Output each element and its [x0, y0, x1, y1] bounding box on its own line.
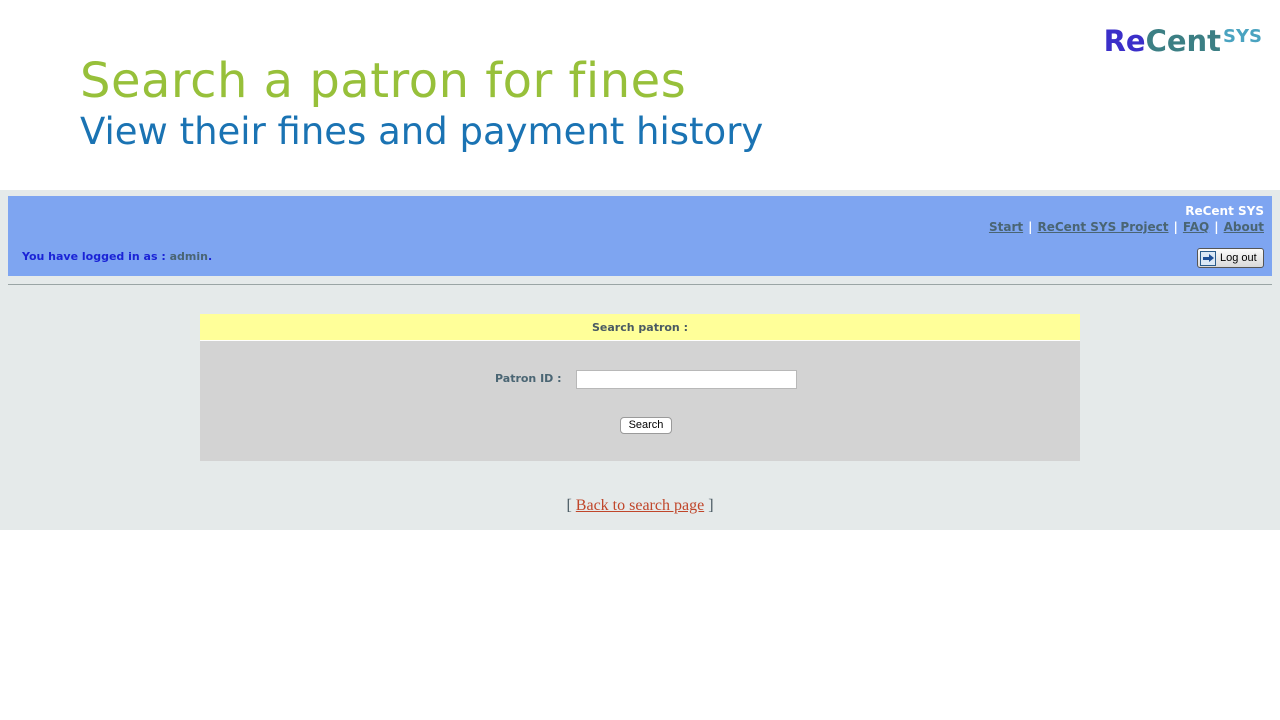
logo-part-re: Re — [1103, 24, 1146, 58]
logout-label: Log out — [1220, 252, 1257, 264]
nav-separator: | — [1028, 220, 1033, 234]
nav-link-about[interactable]: About — [1224, 220, 1264, 234]
logout-icon — [1200, 250, 1216, 266]
nav-link-start[interactable]: Start — [989, 220, 1023, 234]
brand-name: ReCent SYS — [1185, 204, 1264, 218]
search-button[interactable]: Search — [620, 417, 672, 434]
nav-separator: | — [1173, 220, 1178, 234]
app-frame: ReCent SYS Start | ReCent SYS Project | FAQ |… — [0, 190, 1280, 530]
logout-button[interactable]: Log out — [1197, 248, 1264, 268]
slide-subtitle: View their fines and payment history — [80, 110, 764, 153]
back-to-search-link[interactable]: Back to search page — [576, 497, 704, 514]
nav-link-faq[interactable]: FAQ — [1183, 220, 1209, 234]
nav-separator: | — [1214, 220, 1219, 234]
search-patron-panel: Search patron : Patron ID : Search — [200, 314, 1080, 461]
top-bar: ReCent SYS Start | ReCent SYS Project | FAQ |… — [8, 196, 1272, 276]
close-bracket: ] — [708, 497, 714, 514]
logo-part-sys: SYS — [1223, 26, 1262, 47]
panel-title: Search patron : — [200, 314, 1080, 341]
login-suffix: . — [207, 250, 213, 263]
patron-id-input[interactable] — [576, 370, 797, 389]
login-status: You have logged in as : admin. — [22, 250, 212, 264]
patron-id-label: Patron ID : — [495, 372, 562, 385]
logged-in-username: admin — [169, 250, 208, 263]
open-bracket: [ — [566, 497, 572, 514]
top-nav: Start | ReCent SYS Project | FAQ | About — [989, 219, 1264, 235]
nav-link-project[interactable]: ReCent SYS Project — [1038, 220, 1169, 234]
logo-part-cent: Cent — [1145, 24, 1222, 58]
login-prefix: You have logged in as : — [22, 250, 170, 263]
recentsys-logo: ReCent SYS — [1104, 24, 1262, 58]
slide-header: Search a patron for fines View their fin… — [0, 0, 1280, 190]
slide-title: Search a patron for fines — [80, 53, 687, 109]
divider — [8, 284, 1272, 285]
back-link-row: [ Back to search page ] — [0, 497, 1280, 515]
